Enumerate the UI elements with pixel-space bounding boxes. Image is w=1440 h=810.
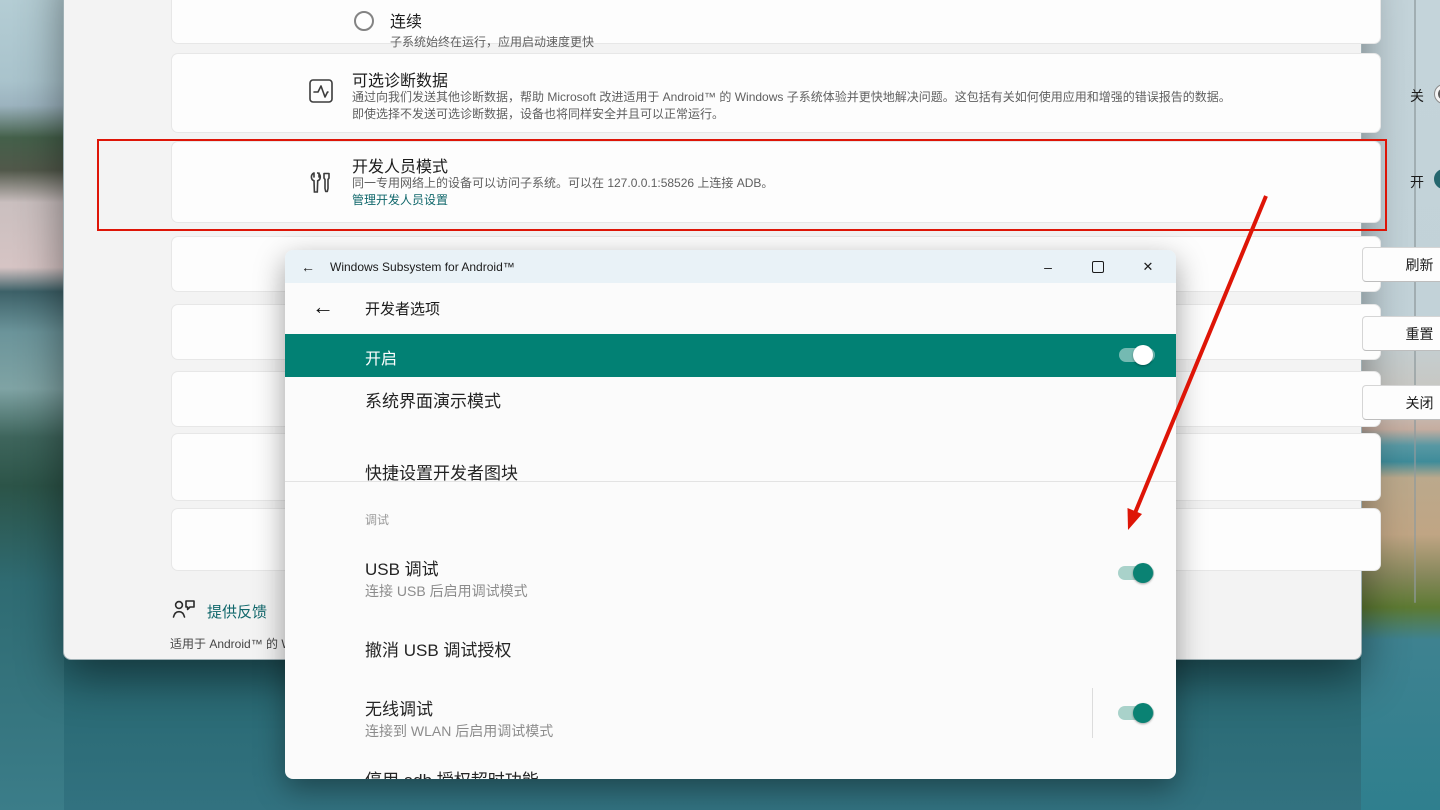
continuous-title: 连续 [390,8,422,32]
developer-options-title: 开发者选项 [365,298,440,319]
continuous-subtitle: 子系统始终在运行，应用启动速度更快 [390,33,594,50]
diagnostics-desc-1: 通过向我们发送其他诊断数据，帮助 Microsoft 改进适用于 Android… [352,88,1231,105]
feedback-link[interactable]: 提供反馈 [207,601,267,622]
refresh-button[interactable]: 刷新 [1362,247,1440,282]
master-toggle-label: 开启 [365,345,397,369]
divider [285,481,1176,482]
maximize-icon [1092,261,1104,273]
wireless-debug-toggle-knob[interactable] [1133,703,1153,723]
card-continuous: 连续 子系统始终在运行，应用启动速度更快 [171,0,1381,44]
dialog-title: Windows Subsystem for Android™ [330,250,515,283]
item-wireless-debug-subtitle: 连接到 WLAN 后启用调试模式 [365,721,553,741]
radio-continuous[interactable] [354,11,374,31]
activity-icon [307,78,335,104]
desktop: 连续 子系统始终在运行，应用启动速度更快 可选诊断数据 通过向我们发送其他诊断数… [0,0,1440,810]
vertical-divider [1092,688,1093,738]
reset-button[interactable]: 重置 [1362,316,1440,351]
item-usb-debug-subtitle: 连接 USB 后启用调试模式 [365,581,528,601]
card-developer-mode: 开发人员模式 同一专用网络上的设备可以访问子系统。可以在 127.0.0.1:5… [171,141,1381,223]
close-subsystem-button[interactable]: 关闭 [1362,385,1440,420]
developer-toggle-label: 开 [1398,172,1424,192]
android-developer-options-dialog: ← Windows Subsystem for Android™ – ✕ ← 开… [285,250,1176,779]
minimize-button[interactable]: – [1023,250,1073,283]
titlebar-back-icon[interactable]: ← [293,250,323,283]
item-demo-mode[interactable]: 系统界面演示模式 [365,387,501,412]
diagnostics-desc-2: 即使选择不发送可选诊断数据，设备也将同样安全并且可以正常运行。 [352,105,724,122]
master-toggle-knob[interactable] [1133,345,1153,365]
feedback-icon [171,597,201,621]
card-diagnostics: 可选诊断数据 通过向我们发送其他诊断数据，帮助 Microsoft 改进适用于 … [171,53,1381,133]
master-toggle-bar[interactable]: 开启 [285,334,1176,377]
manage-developer-settings-link[interactable]: 管理开发人员设置 [352,191,448,208]
item-disable-adb-timeout[interactable]: 停用 adb 授权超时功能 [365,766,539,779]
wallpaper-left-strip [0,0,64,810]
header-back-icon[interactable]: ← [307,291,339,323]
dev-tools-icon [307,170,335,196]
dialog-titlebar: ← Windows Subsystem for Android™ – ✕ [285,250,1176,283]
section-debug-label: 调试 [365,511,389,528]
diagnostics-toggle-label: 关 [1398,86,1424,106]
item-wireless-debug-title[interactable]: 无线调试 [365,695,433,720]
maximize-button[interactable] [1073,250,1123,283]
close-button[interactable]: ✕ [1123,250,1173,283]
item-revoke-usb-auth[interactable]: 撤消 USB 调试授权 [365,636,511,661]
usb-debug-toggle-knob[interactable] [1133,563,1153,583]
item-usb-debug-title[interactable]: USB 调试 [365,555,439,580]
developer-mode-subtitle: 同一专用网络上的设备可以访问子系统。可以在 127.0.0.1:58526 上连… [352,174,773,191]
